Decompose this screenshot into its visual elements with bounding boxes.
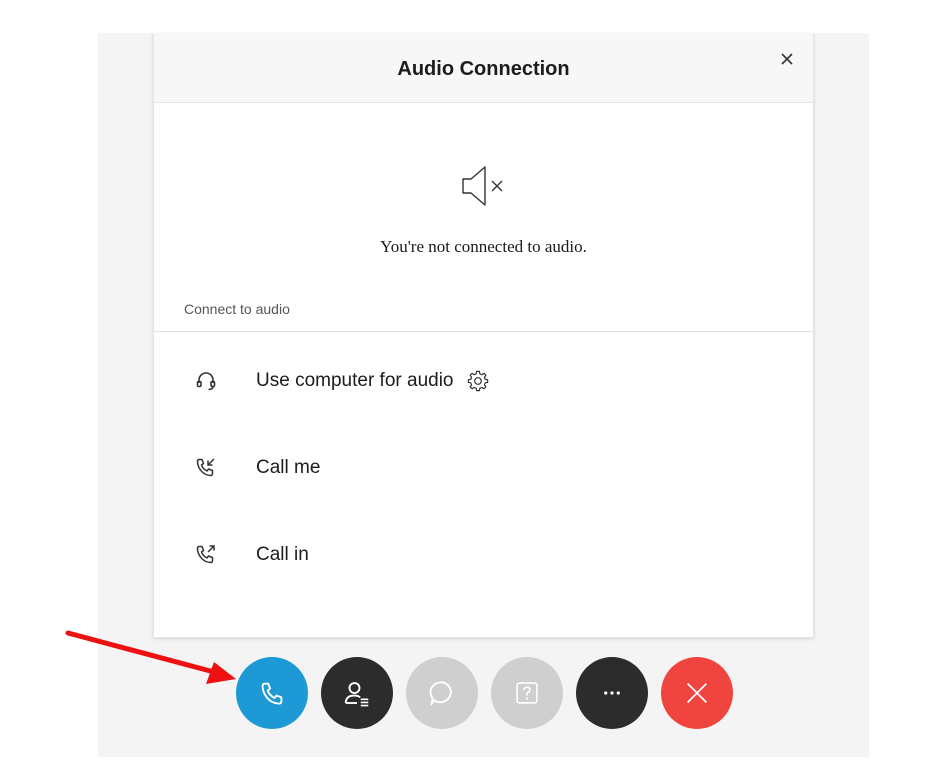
- call-me-label: Call me: [256, 457, 321, 478]
- call-me-option[interactable]: Call me: [194, 448, 320, 488]
- call-me-icon: [194, 456, 218, 480]
- section-divider: [154, 331, 813, 332]
- call-in-option[interactable]: Call in: [194, 535, 309, 575]
- meeting-toolbar: [236, 657, 733, 729]
- participants-icon: [344, 682, 369, 707]
- headset-icon: [194, 369, 218, 393]
- chat-button[interactable]: [406, 657, 478, 729]
- use-computer-audio-option[interactable]: Use computer for audio: [194, 361, 490, 401]
- leave-meeting-button[interactable]: [661, 657, 733, 729]
- phone-icon: [261, 682, 283, 705]
- close-button[interactable]: [775, 47, 799, 71]
- gear-icon: [467, 370, 488, 392]
- speaker-muted-icon: [462, 166, 503, 206]
- close-icon: [687, 683, 707, 703]
- participants-button[interactable]: [321, 657, 393, 729]
- close-icon: [781, 53, 793, 65]
- question-icon: [516, 682, 538, 704]
- connect-section-label: Connect to audio: [184, 301, 290, 317]
- audio-status-text: You're not connected to audio.: [380, 237, 587, 256]
- audio-button[interactable]: [236, 657, 308, 729]
- call-in-icon: [194, 543, 218, 567]
- dialog-header: Audio Connection: [154, 33, 813, 103]
- qa-button[interactable]: [491, 657, 563, 729]
- use-computer-audio-label: Use computer for audio: [256, 370, 454, 391]
- call-in-label: Call in: [256, 544, 309, 565]
- audio-connection-dialog: Audio Connection You're not connected to…: [153, 33, 814, 638]
- audio-settings-button[interactable]: [466, 369, 490, 393]
- chat-icon: [429, 681, 452, 706]
- dialog-title: Audio Connection: [397, 58, 570, 80]
- more-button[interactable]: [576, 657, 648, 729]
- more-icon: [604, 691, 620, 695]
- annotation-arrow: [65, 630, 236, 684]
